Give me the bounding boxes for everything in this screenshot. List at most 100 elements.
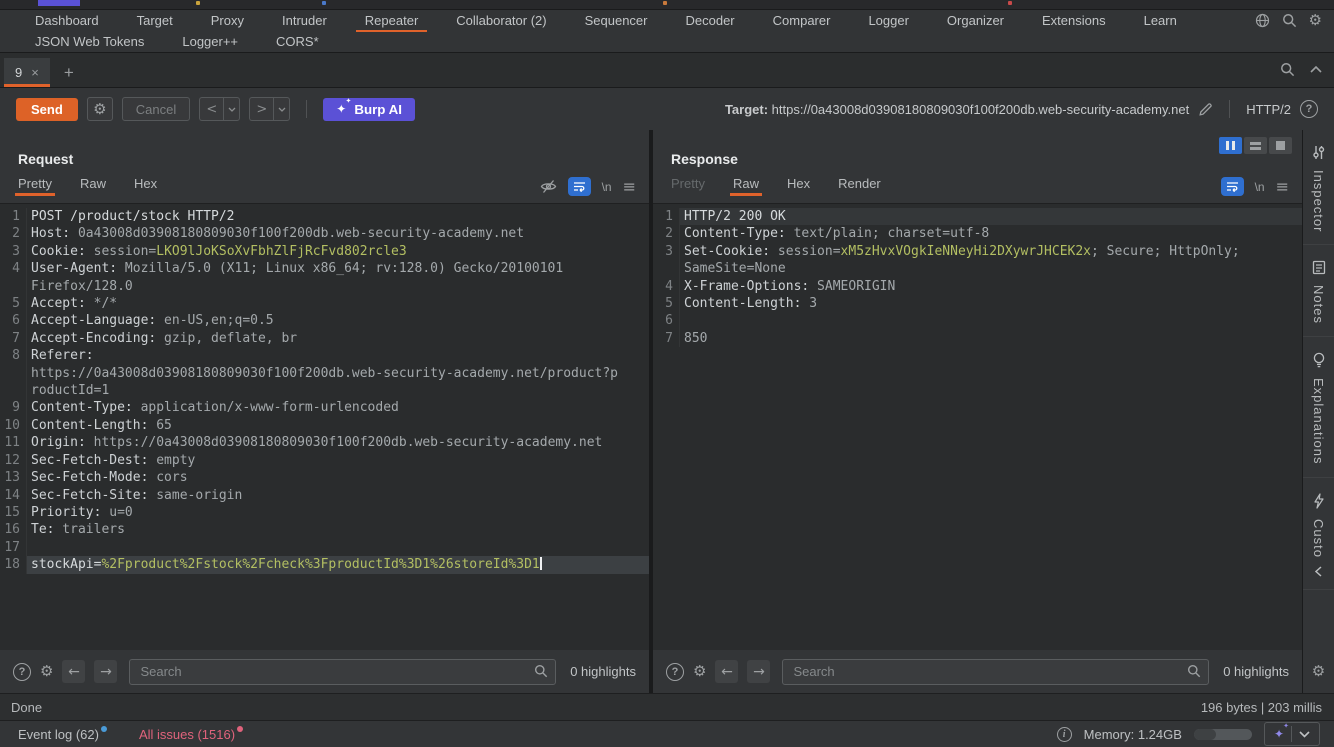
pencil-icon[interactable] <box>1198 102 1213 117</box>
repeater-tab-9[interactable]: 9 × <box>4 58 50 87</box>
response-search-input[interactable] <box>782 658 1210 685</box>
sidebar-item-explanations[interactable]: Explanations <box>1303 337 1334 478</box>
search-icon <box>1187 664 1201 678</box>
request-editor[interactable]: 1 POST /product/stock HTTP/2 2 Host: 0a4300… <box>0 203 649 650</box>
tab-raw[interactable]: Raw <box>80 170 106 196</box>
chevron-left-icon[interactable] <box>1315 566 1322 577</box>
response-panel: Response Pretty Raw Hex Render \n ≡ 1 HTTP/2… <box>653 130 1302 693</box>
sidebar-item-label: Notes <box>1311 285 1326 325</box>
menu-item-intruder[interactable]: Intruder <box>263 10 346 31</box>
menu-item-cors-[interactable]: CORS* <box>257 31 338 52</box>
menu-item-decoder[interactable]: Decoder <box>667 10 754 31</box>
chevron-down-icon[interactable] <box>223 97 241 121</box>
help-icon[interactable]: ? <box>666 662 684 681</box>
tab-pretty[interactable]: Pretty <box>671 170 705 196</box>
line-number: 1 <box>653 208 680 226</box>
response-panel-head: Response Pretty Raw Hex Render \n ≡ <box>653 130 1302 203</box>
editor-line: 14 Sec-Fetch-Site: same-origin <box>0 486 649 504</box>
layout-single-button[interactable] <box>1269 137 1292 154</box>
menu-item-proxy[interactable]: Proxy <box>192 10 263 31</box>
request-panel-head: Request Pretty Raw Hex \n ≡ <box>0 130 649 203</box>
history-forward-button[interactable]: > <box>249 97 291 121</box>
menu-item-repeater[interactable]: Repeater <box>346 10 437 32</box>
history-back-button[interactable]: < <box>199 97 241 121</box>
menu-item-logger[interactable]: Logger <box>849 10 927 31</box>
line-number: 6 <box>0 312 27 330</box>
editor-line: 15 Priority: u=0 <box>0 503 649 522</box>
cancel-button[interactable]: Cancel <box>121 97 191 121</box>
menu-item-sequencer[interactable]: Sequencer <box>566 10 667 31</box>
menu-item-learn[interactable]: Learn <box>1125 10 1196 31</box>
tab-raw[interactable]: Raw <box>729 170 763 196</box>
line-number: 5 <box>0 295 27 313</box>
hide-nonprintable-eye-off-icon[interactable] <box>540 179 557 194</box>
editor-line: 3 Cookie: session=LKO9lJoKSoXvFbhZlFjRcFv… <box>0 242 649 261</box>
search-icon[interactable] <box>1282 13 1297 28</box>
target-label: Target: <box>724 101 769 117</box>
menu-item-json-web-tokens[interactable]: JSON Web Tokens <box>16 31 163 52</box>
tab-hex[interactable]: Hex <box>134 170 157 196</box>
editor-menu-icon[interactable]: ≡ <box>623 177 636 196</box>
prev-match-arrow-left-icon[interactable]: ← <box>62 660 86 683</box>
menu-item-comparer[interactable]: Comparer <box>754 10 850 31</box>
search-settings-gear-icon[interactable]: ⚙ <box>40 664 53 679</box>
menu-item-organizer[interactable]: Organizer <box>928 10 1023 31</box>
tab-render[interactable]: Render <box>838 170 881 196</box>
sidebar-item-notes[interactable]: Notes <box>1303 245 1334 338</box>
close-icon[interactable]: × <box>31 65 39 80</box>
request-search-input[interactable] <box>129 658 557 685</box>
show-newlines-icon[interactable]: \n <box>1255 180 1265 194</box>
tab-pretty[interactable]: Pretty <box>15 170 55 196</box>
gear-icon[interactable]: ⚙ <box>1309 13 1322 28</box>
burp-ai-button[interactable]: ✦ ✦ Burp AI <box>323 97 415 121</box>
sliver-dot <box>1008 1 1012 5</box>
tab-hex[interactable]: Hex <box>787 170 810 196</box>
ai-credits-dropdown[interactable]: ✦ ✦ <box>1263 722 1320 746</box>
show-newlines-icon[interactable]: \n <box>602 180 612 194</box>
sidebar-item-inspector[interactable]: Inspector <box>1303 130 1334 246</box>
sliver-dot <box>322 1 326 5</box>
sidebar-item-label: Inspector <box>1311 170 1326 233</box>
menu-item-target[interactable]: Target <box>118 10 192 31</box>
layout-rows-button[interactable] <box>1244 137 1267 154</box>
send-settings-gear-icon[interactable]: ⚙ <box>86 97 113 121</box>
sidebar-item-label: Explanations <box>1311 378 1326 465</box>
response-title: Response <box>671 151 738 167</box>
menu-item-dashboard[interactable]: Dashboard <box>16 10 118 31</box>
search-settings-gear-icon[interactable]: ⚙ <box>693 664 706 679</box>
editor-line: 8 Referer: <box>0 347 649 365</box>
new-tab-button[interactable]: + <box>64 64 74 81</box>
chevron-down-icon[interactable] <box>1292 730 1317 738</box>
line-number: 1 <box>0 208 27 226</box>
prev-match-arrow-left-icon[interactable]: ← <box>715 660 739 683</box>
sidebar-item-custo[interactable]: Custo <box>1303 478 1334 590</box>
editor-line: 11 Origin: https://0a43008d03908180809030… <box>0 434 649 452</box>
next-match-arrow-right-icon[interactable]: → <box>747 660 771 683</box>
editor-line: 7 850 <box>653 329 1302 348</box>
help-icon[interactable]: ? <box>1300 100 1318 118</box>
help-icon[interactable]: ? <box>13 662 31 681</box>
event-log-link[interactable]: Event log (62) <box>18 726 107 742</box>
menu-item-logger-[interactable]: Logger++ <box>163 31 257 52</box>
menu-item-extensions[interactable]: Extensions <box>1023 10 1125 31</box>
word-wrap-icon[interactable] <box>567 177 591 196</box>
status-text: Done <box>11 699 43 715</box>
sidebar-settings-gear-icon[interactable]: ⚙ <box>1312 652 1325 693</box>
line-number: 14 <box>0 486 27 504</box>
globe-icon[interactable] <box>1255 13 1270 28</box>
send-button[interactable]: Send <box>16 97 78 121</box>
all-issues-link[interactable]: All issues (1516) <box>139 726 244 742</box>
editor-menu-icon[interactable]: ≡ <box>1276 177 1289 196</box>
next-match-arrow-right-icon[interactable]: → <box>94 660 118 683</box>
chevron-down-icon[interactable] <box>273 97 291 121</box>
protocol-label[interactable]: HTTP/2 <box>1246 102 1291 117</box>
chevron-up-icon[interactable] <box>1310 66 1322 73</box>
response-editor[interactable]: 1 HTTP/2 200 OK 2 Content-Type: text/plain;… <box>653 203 1302 650</box>
word-wrap-icon[interactable] <box>1220 177 1244 196</box>
chevron-left-icon[interactable]: < <box>199 97 224 121</box>
search-icon[interactable] <box>1280 62 1295 77</box>
menu-item-collaborator-2-[interactable]: Collaborator (2) <box>437 10 565 31</box>
line-number: 3 <box>653 242 680 261</box>
chevron-right-icon[interactable]: > <box>249 97 274 121</box>
layout-columns-button[interactable] <box>1219 137 1242 154</box>
